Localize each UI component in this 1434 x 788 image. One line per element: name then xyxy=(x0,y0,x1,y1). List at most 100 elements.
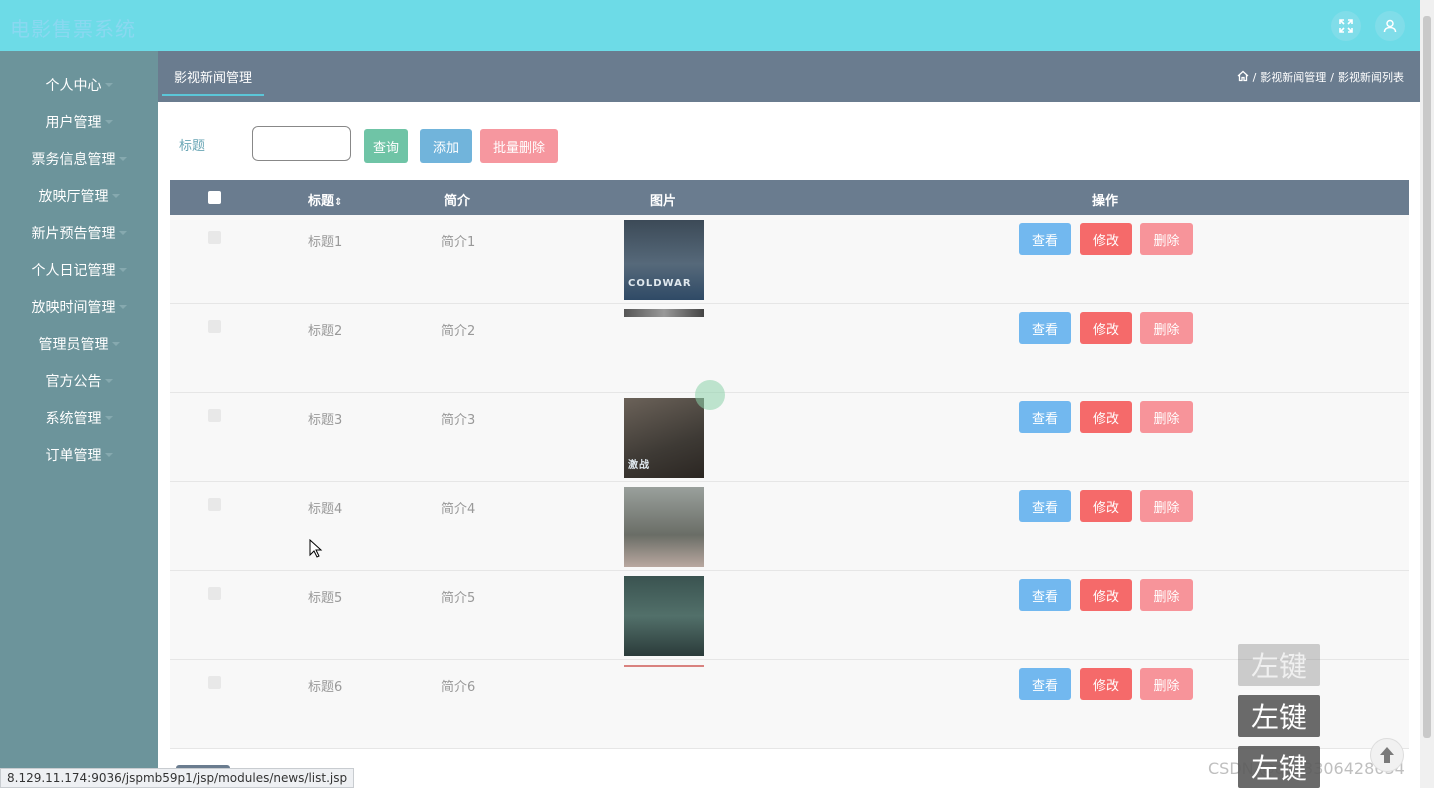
movie-poster-image: 激战 xyxy=(624,398,704,478)
row-intro: 简介2 xyxy=(441,324,476,339)
sidebar-item-showtimes[interactable]: 放映时间管理 xyxy=(0,288,158,325)
app-title: 电影售票系统 xyxy=(10,17,136,41)
chevron-down-icon xyxy=(118,230,127,235)
chevron-down-icon xyxy=(104,378,113,383)
view-button[interactable]: 查看 xyxy=(1019,312,1071,344)
row-intro: 简介5 xyxy=(441,591,476,606)
status-url: 8.129.11.174:9036/jspmb59p1/jsp/modules/… xyxy=(0,768,355,788)
edit-button[interactable]: 修改 xyxy=(1080,668,1132,700)
row-checkbox[interactable] xyxy=(208,498,221,511)
table-row: 标题4 简介4 查看 修改 删除 xyxy=(170,482,1409,571)
view-button[interactable]: 查看 xyxy=(1019,223,1071,255)
edit-button[interactable]: 修改 xyxy=(1080,223,1132,255)
view-button[interactable]: 查看 xyxy=(1019,401,1071,433)
column-header-image: 图片 xyxy=(650,194,677,209)
search-title-label: 标题 xyxy=(179,139,206,154)
row-title: 标题3 xyxy=(308,413,343,428)
scrollbar-thumb[interactable] xyxy=(1423,16,1431,738)
sidebar-item-admins[interactable]: 管理员管理 xyxy=(0,325,158,362)
breadcrumb-item[interactable]: 影视新闻管理 xyxy=(1260,69,1326,85)
sidebar-item-tickets[interactable]: 票务信息管理 xyxy=(0,140,158,177)
edit-button[interactable]: 修改 xyxy=(1080,579,1132,611)
batch-delete-button[interactable]: 批量删除 xyxy=(480,129,558,163)
sidebar-item-system[interactable]: 系统管理 xyxy=(0,399,158,436)
row-checkbox[interactable] xyxy=(208,231,221,244)
table-row: 标题2 简介2 查看 修改 删除 xyxy=(170,304,1409,393)
row-title: 标题6 xyxy=(308,680,343,695)
table-header: 标题⇕ 简介 图片 操作 xyxy=(170,180,1409,215)
back-to-top-button[interactable] xyxy=(1370,738,1404,772)
sidebar: 个人中心 用户管理 票务信息管理 放映厅管理 新片预告管理 个人日记管理 放映时… xyxy=(0,51,158,788)
edit-button[interactable]: 修改 xyxy=(1080,401,1132,433)
row-checkbox[interactable] xyxy=(208,409,221,422)
delete-button[interactable]: 删除 xyxy=(1140,401,1193,433)
delete-button[interactable]: 删除 xyxy=(1140,490,1193,522)
page-title-tab[interactable]: 影视新闻管理 xyxy=(162,61,265,96)
chevron-down-icon xyxy=(118,156,127,161)
sidebar-item-users[interactable]: 用户管理 xyxy=(0,103,158,140)
delete-button[interactable]: 删除 xyxy=(1140,579,1193,611)
movie-poster-image xyxy=(624,576,704,656)
arrow-up-icon xyxy=(1380,747,1394,763)
sidebar-item-halls[interactable]: 放映厅管理 xyxy=(0,177,158,214)
sidebar-item-label: 放映时间管理 xyxy=(31,299,116,316)
row-checkbox[interactable] xyxy=(208,587,221,600)
sidebar-item-label: 票务信息管理 xyxy=(31,151,116,168)
chevron-down-icon xyxy=(104,82,113,87)
view-button[interactable]: 查看 xyxy=(1019,490,1071,522)
click-indicator xyxy=(695,380,725,410)
top-bar: 电影售票系统 xyxy=(0,0,1420,51)
row-checkbox[interactable] xyxy=(208,320,221,333)
sidebar-item-trailers[interactable]: 新片预告管理 xyxy=(0,214,158,251)
column-header-actions: 操作 xyxy=(1092,194,1119,209)
sidebar-item-label: 管理员管理 xyxy=(38,336,109,353)
table-row: 标题6 简介6 查看 修改 删除 xyxy=(170,660,1409,749)
poster-caption: COLDWAR xyxy=(628,278,692,289)
row-intro: 简介4 xyxy=(441,502,476,517)
movie-poster-image xyxy=(624,665,704,667)
add-button[interactable]: 添加 xyxy=(420,129,472,163)
sidebar-item-label: 个人中心 xyxy=(45,77,102,94)
delete-button[interactable]: 删除 xyxy=(1140,312,1193,344)
sidebar-item-label: 新片预告管理 xyxy=(31,225,116,242)
row-checkbox[interactable] xyxy=(208,676,221,689)
sidebar-item-orders[interactable]: 订单管理 xyxy=(0,436,158,473)
poster-caption: 激战 xyxy=(628,460,650,471)
table-row: 标题5 简介5 查看 修改 删除 xyxy=(170,571,1409,660)
view-button[interactable]: 查看 xyxy=(1019,579,1071,611)
edit-button[interactable]: 修改 xyxy=(1080,490,1132,522)
user-icon[interactable] xyxy=(1375,11,1405,41)
sidebar-item-announcements[interactable]: 官方公告 xyxy=(0,362,158,399)
select-all-checkbox[interactable] xyxy=(208,191,221,204)
sidebar-item-personal-center[interactable]: 个人中心 xyxy=(0,66,158,103)
home-icon[interactable] xyxy=(1237,70,1249,85)
movie-poster-image: COLDWAR xyxy=(624,220,704,300)
query-button[interactable]: 查询 xyxy=(364,129,408,163)
key-press-badge: 左键 xyxy=(1238,746,1320,788)
row-title: 标题4 xyxy=(308,502,343,517)
table-row: 标题1 简介1 COLDWAR 查看 修改 删除 xyxy=(170,215,1409,304)
sidebar-item-label: 放映厅管理 xyxy=(38,188,109,205)
row-intro: 简介1 xyxy=(441,235,476,250)
delete-button[interactable]: 删除 xyxy=(1140,223,1193,255)
sidebar-item-diary[interactable]: 个人日记管理 xyxy=(0,251,158,288)
fullscreen-icon[interactable] xyxy=(1331,11,1361,41)
movie-poster-image xyxy=(624,309,704,317)
edit-button[interactable]: 修改 xyxy=(1080,312,1132,344)
row-title: 标题2 xyxy=(308,324,343,339)
sort-icon[interactable]: ⇕ xyxy=(334,197,342,208)
breadcrumb-separator: / xyxy=(1330,70,1334,84)
column-header-title[interactable]: 标题⇕ xyxy=(308,190,342,209)
chevron-down-icon xyxy=(104,452,113,457)
column-header-intro: 简介 xyxy=(444,194,471,209)
breadcrumb: / 影视新闻管理 / 影视新闻列表 xyxy=(1237,69,1404,85)
key-press-badge: 左键 xyxy=(1238,695,1320,737)
search-title-input[interactable] xyxy=(252,126,351,161)
view-button[interactable]: 查看 xyxy=(1019,668,1071,700)
row-intro: 简介3 xyxy=(441,413,476,428)
delete-button[interactable]: 删除 xyxy=(1140,668,1193,700)
sidebar-item-label: 个人日记管理 xyxy=(31,262,116,279)
chevron-down-icon xyxy=(111,341,120,346)
row-title: 标题5 xyxy=(308,591,343,606)
chevron-down-icon xyxy=(104,119,113,124)
